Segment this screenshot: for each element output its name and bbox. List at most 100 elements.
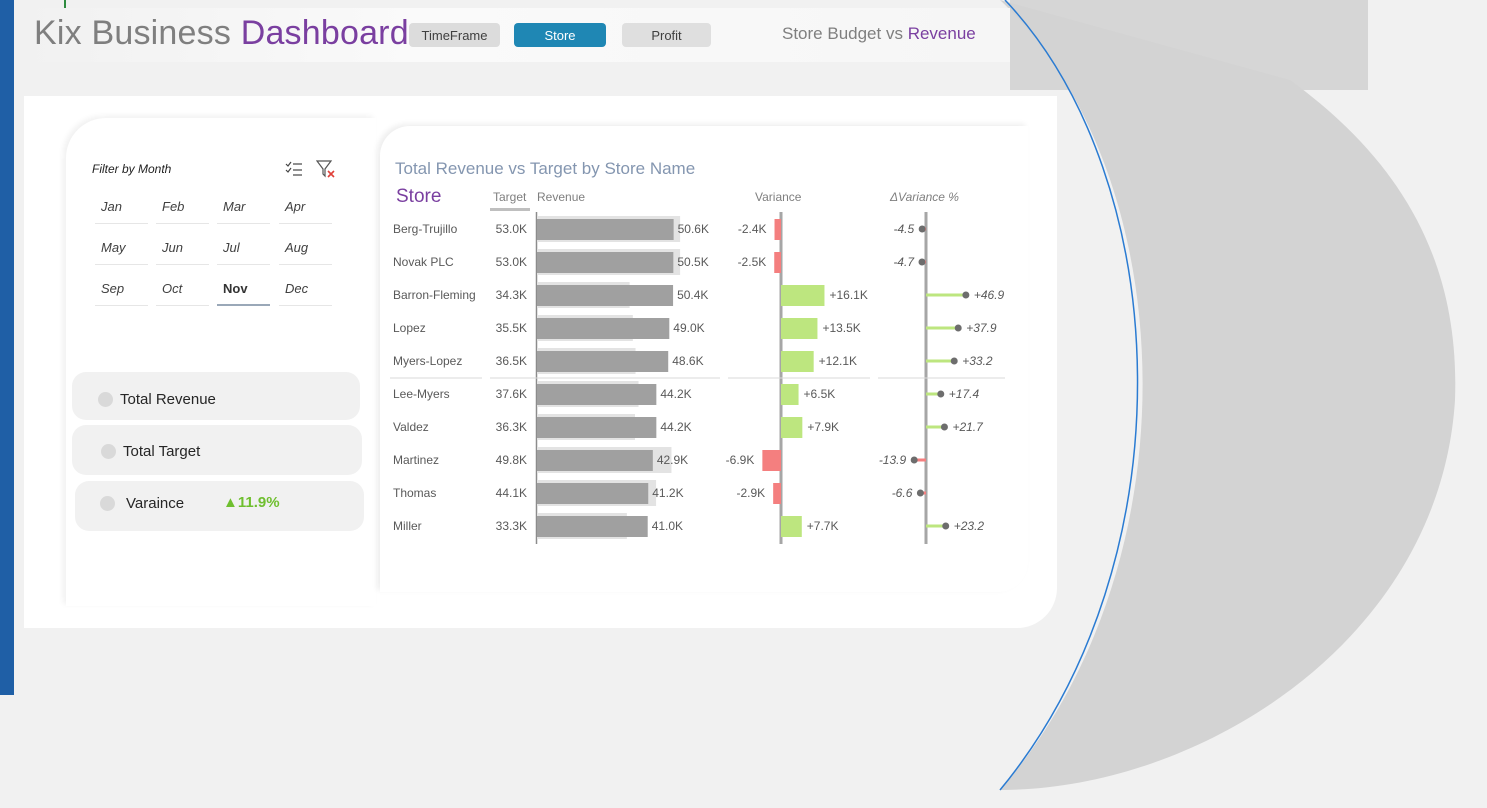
month-apr[interactable]: Apr xyxy=(279,194,332,224)
revenue-value-label: 42.9K xyxy=(657,453,688,467)
month-may[interactable]: May xyxy=(95,235,148,265)
store-name-label: Lopez xyxy=(393,321,426,335)
revenue-value-label: 44.2K xyxy=(660,420,691,434)
dashboard-title: Kix Business Dashboard xyxy=(34,14,409,53)
variance-pct-dot xyxy=(962,291,970,299)
variance-bar xyxy=(774,252,781,273)
revenue-bar xyxy=(537,252,674,273)
store-name-label: Martinez xyxy=(393,453,439,467)
revenue-column-header: Revenue xyxy=(537,190,586,204)
variance-pct-column-header: ΔVariance % xyxy=(890,190,959,204)
variance-bar xyxy=(781,516,802,537)
variance-pct-label: -6.6 xyxy=(892,486,913,500)
revenue-value-label: 44.2K xyxy=(660,387,691,401)
month-aug[interactable]: Aug xyxy=(279,235,332,265)
store-name-label: Thomas xyxy=(393,486,436,500)
store-name-label: Novak PLC xyxy=(393,255,454,269)
store-name-label: Myers-Lopez xyxy=(393,354,462,368)
store-name-label: Lee-Myers xyxy=(393,387,450,401)
nav-button-profit[interactable]: Profit xyxy=(622,23,711,47)
month-jul[interactable]: Jul xyxy=(217,235,270,265)
variance-bar xyxy=(773,483,781,504)
month-oct[interactable]: Oct xyxy=(156,276,209,306)
kpi-total-target[interactable]: Total Target xyxy=(72,425,362,475)
store-variance-chart: Berg-Trujillo 53.0K 50.6K -2.4K -4.5 Novak PL… xyxy=(390,212,1005,544)
variance-pct-dot xyxy=(954,324,962,332)
variance-pct-label: -13.9 xyxy=(879,453,907,467)
target-value-label: 35.5K xyxy=(496,321,527,335)
month-sep[interactable]: Sep xyxy=(95,276,148,306)
revenue-bar xyxy=(537,285,674,306)
variance-value-label: -2.9K xyxy=(736,486,765,500)
variance-pct-dot xyxy=(940,423,948,431)
variance-pct-dot xyxy=(950,357,958,365)
revenue-bar xyxy=(537,384,657,405)
month-jan[interactable]: Jan xyxy=(95,194,148,224)
variance-pct-label: +23.2 xyxy=(954,519,985,533)
month-nov[interactable]: Nov xyxy=(217,276,270,306)
store-name-label: Miller xyxy=(393,519,422,533)
variance-pct-label: +37.9 xyxy=(966,321,997,335)
revenue-value-label: 41.2K xyxy=(652,486,683,500)
variance-pct-label: +46.9 xyxy=(974,288,1005,302)
variance-value-label: +12.1K xyxy=(819,354,857,368)
revenue-value-label: 50.4K xyxy=(677,288,708,302)
month-jun[interactable]: Jun xyxy=(156,235,209,265)
radio-icon xyxy=(101,444,116,459)
chart-title: Total Revenue vs Target by Store Name xyxy=(395,159,696,178)
revenue-bar xyxy=(537,417,657,438)
left-accent-strip xyxy=(0,0,14,695)
subtitle-main: Store Budget vs xyxy=(782,24,908,43)
target-value-label: 36.5K xyxy=(496,354,527,368)
target-value-label: 34.3K xyxy=(496,288,527,302)
variance-bar xyxy=(781,351,814,372)
radio-icon xyxy=(98,392,113,407)
variance-bar xyxy=(781,384,799,405)
revenue-bar xyxy=(537,516,648,537)
variance-value-label: +7.9K xyxy=(807,420,839,434)
variance-value-label: +6.5K xyxy=(804,387,836,401)
multi-select-icon[interactable] xyxy=(285,161,303,177)
nav-button-timeframe[interactable]: TimeFrame xyxy=(409,23,500,47)
variance-pct-label: -4.7 xyxy=(893,255,915,269)
store-column-header: Store xyxy=(396,186,442,207)
kpi-label: Total Revenue xyxy=(120,391,216,408)
clear-filter-icon[interactable] xyxy=(316,160,336,179)
page-subtitle: Store Budget vs Revenue xyxy=(782,24,976,44)
kpi-variance[interactable]: Varaince ▲11.9% xyxy=(75,481,364,531)
target-value-label: 33.3K xyxy=(496,519,527,533)
target-value-label: 37.6K xyxy=(496,387,527,401)
revenue-value-label: 50.6K xyxy=(678,222,709,236)
variance-pct-dot xyxy=(942,522,950,530)
variance-value-label: -2.4K xyxy=(738,222,767,236)
revenue-bar xyxy=(537,318,670,339)
variance-pct-label: +33.2 xyxy=(962,354,993,368)
revenue-bar xyxy=(537,219,674,240)
month-mar[interactable]: Mar xyxy=(217,194,270,224)
store-name-label: Barron-Fleming xyxy=(393,288,476,302)
variance-pct-label: +17.4 xyxy=(949,387,980,401)
month-dec[interactable]: Dec xyxy=(279,276,332,306)
revenue-value-label: 41.0K xyxy=(652,519,683,533)
revenue-bar xyxy=(537,483,649,504)
variance-pct-dot xyxy=(910,456,918,464)
variance-pct-label: +21.7 xyxy=(952,420,984,434)
kpi-total-revenue[interactable]: Total Revenue xyxy=(72,372,360,420)
target-value-label: 53.0K xyxy=(496,222,527,236)
variance-value-label: +13.5K xyxy=(822,321,860,335)
revenue-value-label: 50.5K xyxy=(677,255,708,269)
variance-pct-dot xyxy=(916,489,924,497)
revenue-value-label: 48.6K xyxy=(672,354,703,368)
nav-button-store[interactable]: Store xyxy=(514,23,606,47)
variance-bar xyxy=(762,450,781,471)
kpi-label: Varaince xyxy=(126,495,185,512)
variance-value-label: -6.9K xyxy=(726,453,755,467)
variance-pct-dot xyxy=(918,225,926,233)
month-feb[interactable]: Feb xyxy=(156,194,209,224)
variance-column-header: Variance xyxy=(755,190,802,204)
target-column-header: Target xyxy=(493,190,527,204)
month-filter-card xyxy=(66,118,376,606)
variance-pct-label: -4.5 xyxy=(893,222,914,236)
subtitle-accent: Revenue xyxy=(907,24,976,43)
variance-pct-dot xyxy=(918,258,926,266)
